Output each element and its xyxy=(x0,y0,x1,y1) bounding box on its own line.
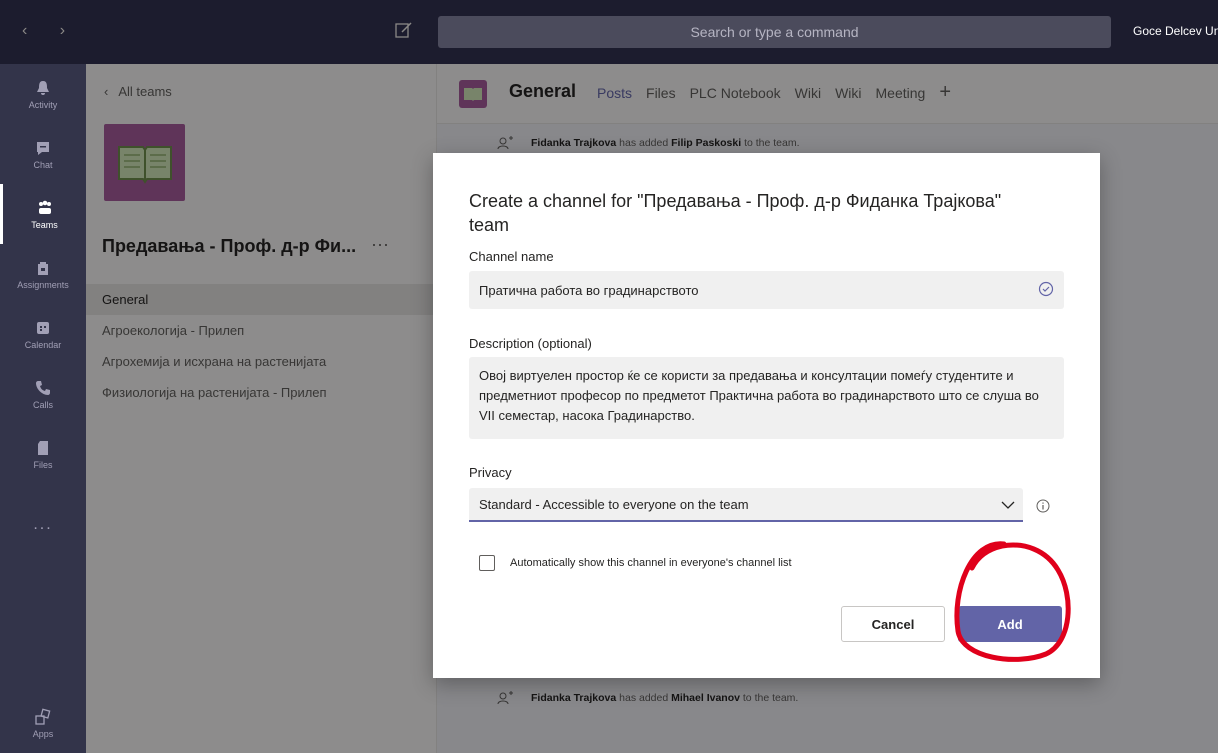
calendar-icon xyxy=(37,321,49,334)
rail-label: Teams xyxy=(31,219,58,230)
privacy-select[interactable]: Standard - Accessible to everyone on the… xyxy=(469,488,1023,522)
rail-item-teams[interactable]: Teams xyxy=(0,184,86,244)
chevron-down-icon xyxy=(1001,501,1015,509)
rail-item-assignments[interactable]: Assignments xyxy=(0,244,86,304)
channel-name-value: Пратична работа во градинарството xyxy=(479,283,699,298)
file-icon xyxy=(38,440,48,455)
privacy-label: Privacy xyxy=(469,465,512,480)
rail-item-files[interactable]: Files xyxy=(0,424,86,484)
app-rail: Activity Chat Teams Assignments Calendar… xyxy=(0,64,86,753)
rail-item-apps[interactable]: Apps xyxy=(0,693,86,753)
top-bar: ‹ › Search or type a command Goce Delcev… xyxy=(0,0,1218,64)
compose-icon[interactable] xyxy=(394,20,414,40)
info-icon[interactable] xyxy=(1036,499,1050,513)
rail-label: Chat xyxy=(33,159,53,170)
privacy-value: Standard - Accessible to everyone on the… xyxy=(479,497,749,512)
phone-icon xyxy=(36,380,50,395)
rail-item-chat[interactable]: Chat xyxy=(0,124,86,184)
rail-label: Apps xyxy=(32,728,54,739)
check-circle-icon xyxy=(1038,281,1054,297)
backpack-icon xyxy=(38,261,48,275)
teams-icon xyxy=(38,200,51,214)
auto-show-label: Automatically show this channel in every… xyxy=(510,557,792,569)
description-input[interactable]: Овој виртуелен простор ќе се користи за … xyxy=(469,357,1064,439)
rail-label: Assignments xyxy=(17,279,69,290)
rail-label: Activity xyxy=(28,99,58,110)
nav-arrows[interactable]: ‹ › xyxy=(22,22,79,40)
create-channel-dialog: Create a channel for "Предавања - Проф. … xyxy=(433,153,1100,678)
chat-icon xyxy=(37,141,49,155)
rail-item-calendar[interactable]: Calendar xyxy=(0,304,86,364)
rail-label: Calendar xyxy=(24,339,62,350)
dialog-title: Create a channel for "Предавања - Проф. … xyxy=(469,191,1002,235)
apps-icon xyxy=(35,708,51,725)
add-button[interactable]: Add xyxy=(958,606,1062,642)
rail-item-calls[interactable]: Calls xyxy=(0,364,86,424)
channel-name-input[interactable]: Пратична работа во градинарството xyxy=(469,271,1064,309)
channel-name-label: Channel name xyxy=(469,249,554,264)
rail-label: Files xyxy=(33,459,53,470)
rail-item-activity[interactable]: Activity xyxy=(0,64,86,124)
org-name[interactable]: Goce Delcev Univ xyxy=(1133,24,1218,38)
more-apps-icon[interactable]: ... xyxy=(0,516,86,534)
bell-icon xyxy=(37,80,49,95)
rail-label: Calls xyxy=(32,399,53,410)
cancel-button[interactable]: Cancel xyxy=(841,606,945,642)
auto-show-checkbox[interactable] xyxy=(479,555,495,571)
search-input[interactable]: Search or type a command xyxy=(438,16,1111,48)
description-label: Description (optional) xyxy=(469,336,592,351)
